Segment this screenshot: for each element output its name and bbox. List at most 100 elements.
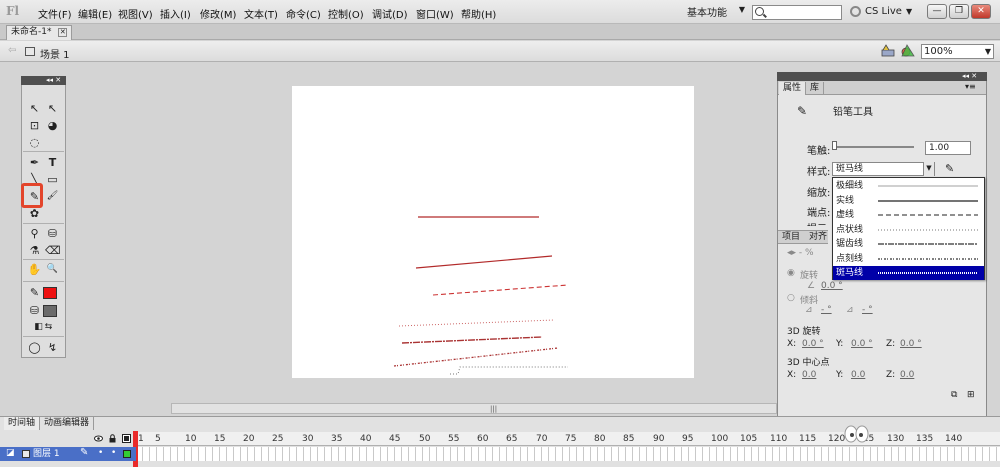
layer-frames[interactable] [136, 447, 1000, 461]
style-option-ragged[interactable]: 锯齿线 [833, 237, 984, 251]
minimize-button[interactable]: — [927, 4, 947, 19]
edit-scene-icon[interactable] [881, 44, 895, 57]
layer-outline-color[interactable] [123, 450, 131, 458]
skew-vertical-value[interactable]: - ° [862, 305, 873, 315]
back-arrow-icon[interactable]: ⇦ [8, 45, 16, 56]
fill-color-swatch[interactable] [43, 305, 57, 317]
menu-control[interactable]: 控制(O) [328, 6, 364, 21]
pen-tool-icon[interactable]: ✒ [27, 155, 42, 170]
stage[interactable] [292, 86, 694, 378]
skew-horizontal-value[interactable]: - ° [821, 305, 832, 315]
edit-symbol-icon[interactable] [901, 44, 915, 57]
edit-stroke-style-icon[interactable]: ✎ [945, 162, 954, 175]
stroke-dotted-line[interactable] [398, 319, 555, 327]
menu-file[interactable]: 文件(F) [38, 6, 72, 21]
tab-align[interactable]: 对齐 [806, 231, 830, 244]
stroke-solid-slanted-line[interactable] [415, 255, 553, 269]
style-option-dotted[interactable]: 点状线 [833, 223, 984, 237]
stroke-slider-track[interactable] [834, 146, 914, 148]
stroke-stipple-line[interactable] [393, 347, 559, 367]
zoom-select[interactable]: 100% ▼ [921, 44, 994, 59]
swap-colors-icon[interactable]: ⇆ [41, 320, 56, 335]
workspace-switcher[interactable]: 基本功能 ▼ [687, 4, 745, 20]
panel-menu-icon[interactable]: ▾≡ [965, 82, 976, 91]
style-select[interactable]: 斑马线 ▼ [832, 162, 935, 176]
free-transform-tool-icon[interactable]: ⊡ [27, 118, 42, 133]
stroke-slider-knob[interactable] [832, 141, 837, 150]
rotate-value[interactable]: 0.0 ° [821, 281, 843, 291]
stroke-dashed-line[interactable] [432, 284, 569, 296]
rot-x-value[interactable]: 0.0 ° [802, 339, 824, 349]
stroke-ragged-line[interactable] [401, 336, 543, 344]
close-window-button[interactable]: ✕ [971, 4, 991, 19]
eyedropper-tool-icon[interactable]: ⚗ [27, 243, 42, 258]
tab-timeline[interactable]: 时间轴 [4, 417, 41, 430]
menu-view[interactable]: 视图(V) [118, 6, 153, 21]
style-option-hairline[interactable]: 极细线 [833, 179, 984, 193]
zoom-tool-icon[interactable]: 🔍 [45, 262, 60, 277]
menu-debug[interactable]: 调试(D) [372, 6, 408, 21]
eraser-tool-icon[interactable]: ⌫ [45, 243, 61, 258]
horizontal-scrollbar[interactable] [171, 403, 777, 414]
document-tab[interactable]: 未命名-1* ✕ [6, 25, 73, 40]
layer-name[interactable]: 图层 1 [33, 448, 60, 461]
menu-window[interactable]: 窗口(W) [416, 6, 454, 21]
brush-tool-icon[interactable]: 🖌 [45, 189, 60, 204]
layer-visible-dot[interactable]: • [98, 448, 103, 458]
frame-number: 80 [594, 434, 606, 444]
chevron-down-icon[interactable]: ▼ [906, 7, 912, 16]
properties-panel-header[interactable] [777, 72, 987, 81]
smooth-icon[interactable]: ↯ [45, 340, 60, 355]
rot-z-value[interactable]: 0.0 ° [900, 339, 922, 349]
reset-transform-icon[interactable]: ⊞ [967, 390, 975, 400]
tab-motion-editor[interactable]: 动画编辑器 [40, 417, 95, 430]
style-option-solid[interactable]: 实线 [833, 194, 984, 208]
tab-project[interactable]: 项目 [779, 231, 803, 244]
tab-properties[interactable]: 属性 [779, 82, 807, 95]
menu-help[interactable]: 帮助(H) [461, 6, 496, 21]
close-tab-icon[interactable]: ✕ [58, 28, 68, 37]
copy-transform-icon[interactable]: ⧉ [951, 390, 957, 400]
center-z-value[interactable]: 0.0 [900, 370, 914, 380]
rectangle-tool-icon[interactable]: ▭ [45, 172, 60, 187]
stroke-color-swatch[interactable] [43, 287, 57, 299]
restore-button[interactable]: ❐ [949, 4, 969, 19]
rot-y-value[interactable]: 0.0 ° [851, 339, 873, 349]
layer-lock-dot[interactable]: • [111, 448, 116, 458]
style-option-dashed[interactable]: 虚线 [833, 208, 984, 222]
skew-radio[interactable]: ○ [787, 293, 795, 303]
menu-edit[interactable]: 编辑(E) [78, 6, 112, 21]
menu-text[interactable]: 文本(T) [244, 6, 278, 21]
stroke-hatched-line[interactable] [450, 366, 568, 375]
help-search-box[interactable] [752, 5, 842, 20]
tab-library[interactable]: 库 [806, 82, 825, 95]
style-option-stipple[interactable]: 点刻线 [833, 252, 984, 266]
subselection-tool-icon[interactable]: ↖ [45, 101, 60, 116]
scrollbar-grip-icon[interactable]: ||| [490, 405, 497, 413]
eye-icon[interactable] [94, 434, 103, 443]
deco-tool-icon[interactable]: ✿ [27, 206, 42, 221]
outline-icon[interactable] [122, 434, 131, 443]
cs-live-button[interactable]: CS Live [865, 6, 902, 17]
3d-rotation-tool-icon[interactable]: ◕ [45, 118, 60, 133]
lasso-tool-icon[interactable]: ◌ [27, 135, 42, 150]
center-y-value[interactable]: 0.0 [851, 370, 865, 380]
bone-tool-icon[interactable]: ⚲ [27, 226, 42, 241]
menu-commands[interactable]: 命令(C) [286, 6, 321, 21]
center-x-value[interactable]: 0.0 [802, 370, 816, 380]
hand-tool-icon[interactable]: ✋ [27, 262, 42, 277]
collapse-panel-icon[interactable]: ◂◂ ✕ [962, 72, 977, 81]
center-y-label: Y: [836, 370, 844, 380]
menu-modify[interactable]: 修改(M) [200, 6, 236, 21]
help-search-input[interactable] [767, 6, 837, 19]
snap-to-objects-icon[interactable]: ◯ [27, 340, 42, 355]
rotate-radio[interactable]: ◉ [787, 268, 795, 278]
style-option-hatched[interactable]: 斑马线 [833, 266, 984, 280]
selection-tool-icon[interactable]: ↖ [27, 101, 42, 116]
collapse-panel-icon[interactable]: ◂◂ ✕ [46, 76, 61, 85]
text-tool-icon[interactable]: T [45, 155, 60, 170]
lock-icon[interactable] [108, 434, 117, 443]
menu-insert[interactable]: 插入(I) [160, 6, 191, 21]
stroke-width-field[interactable]: 1.00 [925, 141, 971, 155]
paint-bucket-tool-icon[interactable]: ⛁ [45, 226, 60, 241]
